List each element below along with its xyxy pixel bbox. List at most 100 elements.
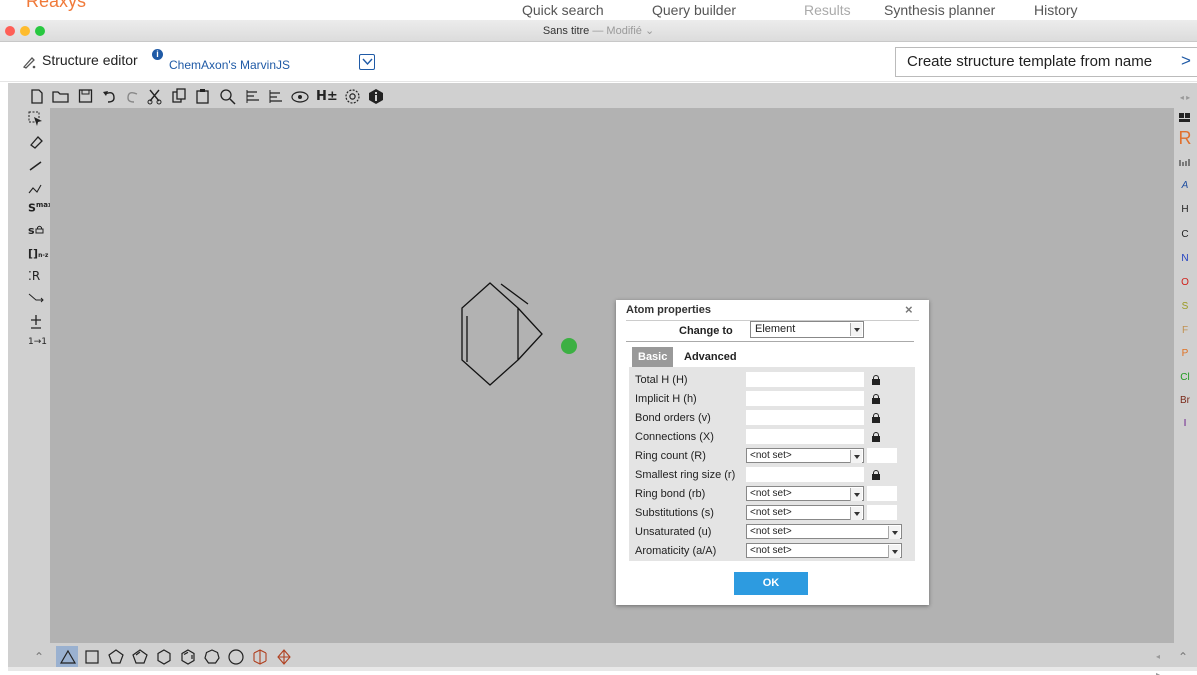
chain-tool-icon[interactable] — [28, 180, 44, 196]
element-f[interactable]: F — [1176, 325, 1194, 336]
selected-atom-marker[interactable] — [561, 338, 577, 354]
nav-history[interactable]: History — [1034, 2, 1078, 18]
element-i[interactable]: I — [1176, 418, 1194, 429]
title-chevron-icon[interactable]: ⌄ — [642, 25, 654, 37]
undo-icon[interactable] — [102, 88, 117, 105]
editor-engine-link[interactable]: ChemAxon's MarvinJS — [169, 58, 290, 72]
expand-icon[interactable]: ⌃ — [34, 648, 44, 666]
bracket-tool-icon[interactable]: []n-z — [28, 247, 48, 260]
save-icon[interactable] — [78, 88, 93, 105]
engine-dropdown[interactable] — [359, 54, 375, 70]
aromaticity-select[interactable]: <not set> — [746, 543, 902, 558]
settings-gear-icon[interactable] — [344, 88, 361, 105]
element-c[interactable]: C — [1176, 229, 1194, 240]
element-n[interactable]: N — [1176, 253, 1194, 264]
element-cl[interactable]: Cl — [1176, 372, 1194, 383]
collapse-icon[interactable]: ⌃ — [1178, 648, 1188, 666]
cyclohexane-template-icon[interactable] — [155, 648, 173, 666]
scroll-arrows-icon[interactable]: ◂ ▸ — [1176, 93, 1194, 102]
data-sgroup-icon[interactable]: s — [28, 224, 44, 237]
lock-icon[interactable] — [872, 470, 880, 480]
lock-icon[interactable] — [872, 394, 880, 404]
tab-advanced[interactable]: Advanced — [678, 347, 743, 367]
benzene-ring-bonds — [461, 282, 543, 386]
paste-icon[interactable] — [195, 88, 211, 105]
editor-header: Structure editor i ChemAxon's MarvinJS C… — [0, 42, 1197, 82]
lock-icon[interactable] — [872, 375, 880, 385]
horizontal-scrollbar[interactable] — [8, 667, 1197, 671]
nav-results[interactable]: Results — [804, 2, 851, 18]
clean-2d-icon[interactable] — [245, 88, 261, 105]
ring-bond-select[interactable]: <not set> — [746, 486, 864, 501]
atom-map-icon[interactable]: 1→1 — [28, 337, 47, 347]
connections-input[interactable] — [746, 429, 864, 444]
nav-quick-search[interactable]: Quick search — [522, 2, 604, 18]
reaction-arrow-icon[interactable] — [28, 292, 44, 306]
cyclobutane-template-icon[interactable] — [83, 648, 101, 666]
ok-button[interactable]: OK — [734, 572, 808, 595]
benzene-template-icon[interactable] — [179, 648, 197, 666]
atom-list-icon[interactable] — [1176, 156, 1194, 168]
selection-tool-icon[interactable] — [28, 111, 44, 127]
ring-bond-label: Ring bond (rb) — [635, 488, 706, 500]
periodic-table-icon[interactable] — [1176, 110, 1194, 124]
cyclooctane-template-icon[interactable] — [227, 648, 245, 666]
view-3d-icon[interactable] — [291, 88, 309, 105]
substitutions-select[interactable]: <not set> — [746, 505, 864, 520]
new-document-icon[interactable] — [30, 88, 44, 105]
cyclopropane-template-icon[interactable] — [59, 648, 77, 666]
clean-3d-icon[interactable] — [268, 88, 284, 105]
substitutions-value-input[interactable] — [867, 505, 897, 520]
lock-icon[interactable] — [872, 413, 880, 423]
bond-orders-input[interactable] — [746, 410, 864, 425]
cycloheptane-template-icon[interactable] — [203, 648, 221, 666]
element-p[interactable]: P — [1176, 348, 1194, 359]
create-template-button[interactable]: Create structure template from name > — [895, 47, 1197, 77]
nav-synthesis-planner[interactable]: Synthesis planner — [884, 2, 995, 18]
element-a[interactable]: A — [1176, 180, 1194, 191]
info-icon[interactable]: i — [152, 49, 163, 60]
help-info-icon[interactable] — [368, 88, 384, 105]
dialog-divider-2 — [626, 341, 914, 342]
total-h-input[interactable] — [746, 372, 864, 387]
rgroup-attach-icon[interactable]: ⁚R — [28, 269, 40, 283]
open-folder-icon[interactable] — [52, 88, 70, 105]
unsaturated-select[interactable]: <not set> — [746, 524, 902, 539]
charge-tool-icon[interactable] — [28, 314, 44, 330]
zoom-icon[interactable] — [219, 88, 237, 106]
tab-basic[interactable]: Basic — [632, 347, 674, 367]
smallest-ring-input[interactable] — [746, 467, 864, 482]
ring-bond-value-input[interactable] — [867, 486, 897, 501]
window-title: Sans titre — Modifié ⌄ — [542, 25, 655, 37]
ring-count-select[interactable]: <not set> — [746, 448, 864, 463]
lock-icon[interactable] — [872, 432, 880, 442]
eraser-icon[interactable] — [28, 134, 44, 150]
single-bond-icon[interactable] — [28, 158, 44, 174]
element-s[interactable]: S — [1176, 301, 1194, 312]
implicit-h-input[interactable] — [746, 391, 864, 406]
close-icon[interactable]: × — [905, 302, 913, 317]
brand-logo[interactable]: Reaxys — [26, 0, 86, 12]
element-br[interactable]: Br — [1176, 395, 1194, 406]
bicyclic-template-icon[interactable] — [251, 648, 269, 666]
sgroup-tool-icon[interactable]: Smax — [28, 201, 52, 215]
element-o[interactable]: O — [1176, 277, 1194, 288]
cage-template-icon[interactable] — [275, 648, 293, 666]
redo-icon[interactable] — [125, 88, 140, 105]
copy-icon[interactable] — [171, 88, 187, 105]
drawing-canvas[interactable] — [50, 108, 1174, 643]
change-to-select[interactable]: Element — [750, 321, 864, 338]
cut-icon[interactable] — [147, 88, 163, 105]
chevron-down-icon — [888, 545, 900, 558]
hydrogen-toggle-icon[interactable]: H± — [316, 88, 338, 106]
element-h[interactable]: H — [1176, 204, 1194, 215]
implicit-h-label: Implicit H (h) — [635, 393, 697, 405]
benzocyclopropene-structure[interactable] — [461, 282, 577, 386]
ring-count-value-input[interactable] — [867, 448, 897, 463]
nav-query-builder[interactable]: Query builder — [652, 2, 736, 18]
element-r[interactable]: R — [1176, 128, 1194, 149]
molecule-drawing — [461, 282, 577, 386]
cyclopentadiene-template-icon[interactable] — [131, 648, 149, 666]
cyclopentane-template-icon[interactable] — [107, 648, 125, 666]
chevron-right-icon: > — [1181, 51, 1191, 70]
